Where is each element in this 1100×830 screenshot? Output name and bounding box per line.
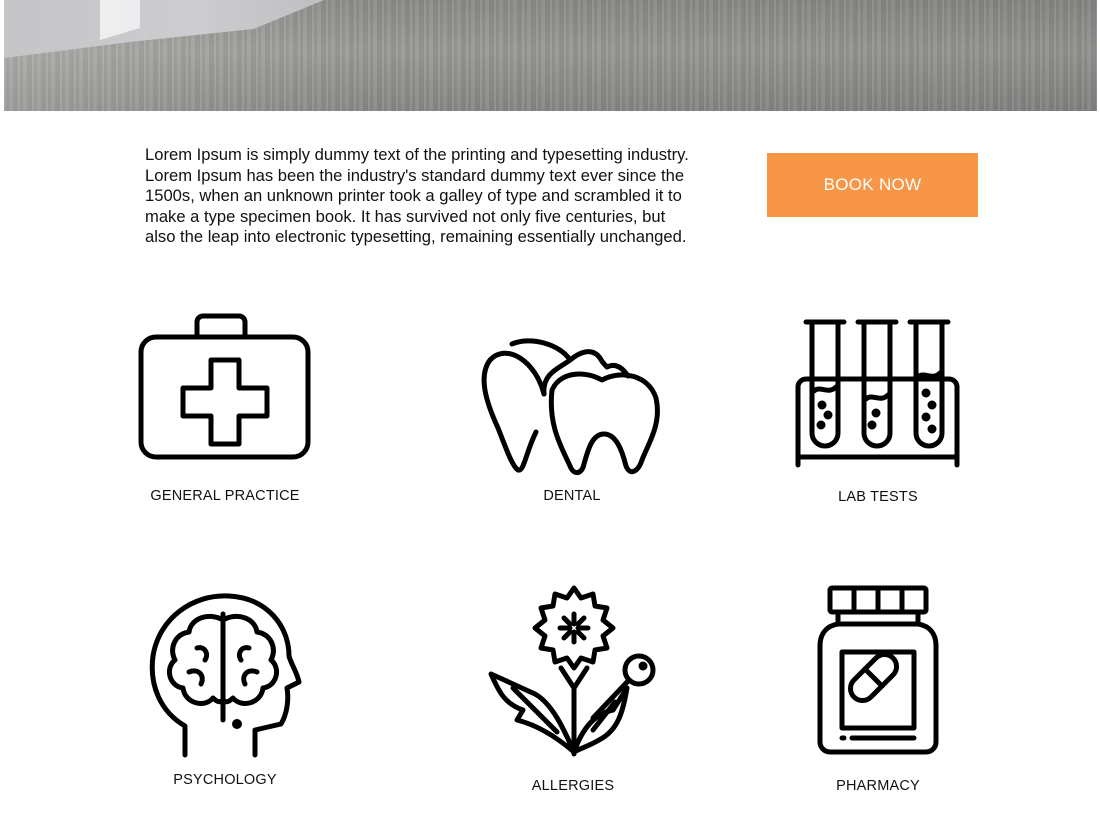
service-dental[interactable]: DENTAL [452,332,692,522]
pill-bottle-icon [817,585,939,755]
service-allergies[interactable]: ALLERGIES [453,584,693,799]
service-psychology[interactable]: PSYCHOLOGY [105,590,345,805]
service-lab-tests[interactable]: LAB TESTS [758,315,998,520]
service-label: GENERAL PRACTICE [150,488,300,504]
service-label: PHARMACY [836,778,920,794]
book-now-button[interactable]: BOOK NOW [767,153,978,217]
hero-image [4,0,1097,111]
brain-head-icon [149,593,302,758]
service-label: ALLERGIES [531,778,615,794]
intro-paragraph: Lorem Ipsum is simply dummy text of the … [145,145,689,246]
service-general-practice[interactable]: GENERAL PRACTICE [105,310,345,520]
service-label: DENTAL [543,488,601,504]
service-label: LAB TESTS [838,489,918,505]
dandelion-icon [488,585,656,757]
service-label: PSYCHOLOGY [173,772,277,788]
service-pharmacy[interactable]: PHARMACY [758,584,998,799]
test-tubes-icon [795,319,960,468]
hero-shade [4,0,1097,111]
teeth-icon [481,338,660,475]
first-aid-kit-icon [138,313,311,460]
